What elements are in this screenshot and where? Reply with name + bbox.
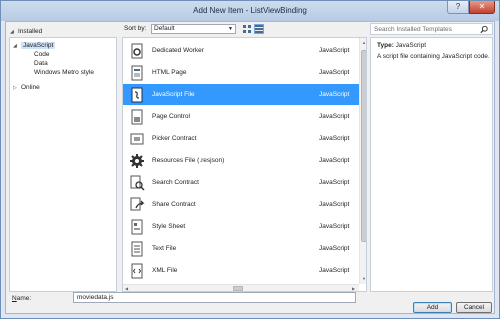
list-view-button[interactable] xyxy=(254,24,264,34)
template-description: A script file containing JavaScript code… xyxy=(377,53,490,60)
template-name: HTML Page xyxy=(152,69,187,76)
template-name: Text File xyxy=(152,245,177,252)
template-name: JavaScript File xyxy=(152,91,195,98)
name-field[interactable]: moviedata.js xyxy=(73,292,356,303)
tree-node-data[interactable]: Data xyxy=(34,59,48,68)
template-row-html-page[interactable]: HTML Page JavaScript xyxy=(123,62,359,83)
add-button[interactable]: Add xyxy=(413,302,452,313)
add-button-label: Add xyxy=(426,304,439,311)
scroll-right-icon[interactable]: ▶ xyxy=(352,286,355,291)
sort-by-dropdown[interactable]: Default ▼ xyxy=(151,24,236,34)
template-row-style-sheet[interactable]: Style Sheet JavaScript xyxy=(123,216,359,237)
template-row-dedicated-worker[interactable]: Dedicated Worker JavaScript xyxy=(123,40,359,61)
tree-node-code[interactable]: Code xyxy=(34,50,50,59)
scroll-up-icon[interactable]: ▲ xyxy=(362,40,366,45)
grid-view-icon xyxy=(243,25,251,33)
horizontal-scrollbar[interactable]: ◀ ▶ xyxy=(123,284,359,291)
template-name: Style Sheet xyxy=(152,223,186,230)
template-type: JavaScript xyxy=(319,113,350,120)
template-name: Picker Contract xyxy=(152,135,197,142)
template-type: JavaScript xyxy=(319,267,350,274)
search-contract-icon xyxy=(130,175,145,191)
search-icon[interactable] xyxy=(480,25,488,34)
title-bar[interactable]: Add New Item - ListViewBinding ? ✕ xyxy=(1,1,499,21)
add-new-item-dialog: Add New Item - ListViewBinding ? ✕ Sort … xyxy=(0,0,500,319)
template-name: Search Contract xyxy=(152,179,199,186)
tree-node-label: Online xyxy=(21,84,40,91)
template-type: JavaScript xyxy=(319,47,350,54)
installed-label: Installed xyxy=(18,28,43,35)
template-type-detail: Type: JavaScript xyxy=(377,42,426,49)
template-name: Dedicated Worker xyxy=(152,47,204,54)
template-name: Share Contract xyxy=(152,201,196,208)
search-templates-input[interactable]: Search Installed Templates xyxy=(370,23,493,35)
template-type: JavaScript xyxy=(319,91,350,98)
expanded-arrow-icon: ◢ xyxy=(13,43,17,49)
xml-file-icon xyxy=(131,263,143,279)
template-name: XML File xyxy=(152,267,178,274)
template-details-pane: Type: JavaScript A script file containin… xyxy=(370,37,493,292)
template-row-share-contract[interactable]: Share Contract JavaScript xyxy=(123,194,359,215)
expanded-arrow-icon: ◢ xyxy=(10,29,14,35)
template-name: Resources File (.resjson) xyxy=(152,157,225,164)
template-row-search-contract[interactable]: Search Contract JavaScript xyxy=(123,172,359,193)
scroll-down-icon[interactable]: ▼ xyxy=(362,276,366,281)
template-name: Page Control xyxy=(152,113,190,120)
template-type: JavaScript xyxy=(319,201,350,208)
collapsed-arrow-icon: ▷ xyxy=(13,85,17,91)
page-control-icon xyxy=(131,109,143,125)
chevron-down-icon: ▼ xyxy=(228,26,233,32)
template-type: JavaScript xyxy=(319,223,350,230)
sort-toolbar: Sort by: Default ▼ xyxy=(122,24,367,35)
js-file-icon xyxy=(131,87,143,103)
resources-gear-icon xyxy=(130,154,144,168)
html-page-icon xyxy=(131,65,143,81)
template-type: JavaScript xyxy=(319,135,350,142)
template-type: JavaScript xyxy=(319,179,350,186)
vertical-scroll-thumb[interactable] xyxy=(361,50,366,242)
template-type: JavaScript xyxy=(319,157,350,164)
template-list: Dedicated Worker JavaScript HTML Page Ja… xyxy=(122,37,367,292)
template-row-text-file[interactable]: Text File JavaScript xyxy=(123,238,359,259)
type-label: Type: xyxy=(377,42,394,49)
template-type: JavaScript xyxy=(319,69,350,76)
template-row-page-control[interactable]: Page Control JavaScript xyxy=(123,106,359,127)
close-button[interactable]: ✕ xyxy=(469,1,495,14)
installed-header[interactable]: ◢ Installed xyxy=(10,25,116,38)
tree-node-online[interactable]: ▷ Online xyxy=(13,83,40,93)
dialog-body: Sort by: Default ▼ Search Installed Temp… xyxy=(5,21,495,314)
cancel-button-label: Cancel xyxy=(463,304,485,311)
name-label: Name: xyxy=(12,295,32,302)
help-button[interactable]: ? xyxy=(447,1,469,14)
vertical-scrollbar[interactable]: ▲ ▼ xyxy=(359,38,366,284)
window-title: Add New Item - ListViewBinding xyxy=(193,6,307,15)
gear-doc-icon xyxy=(131,43,143,59)
scroll-left-icon[interactable]: ◀ xyxy=(125,286,128,291)
text-file-icon xyxy=(131,241,143,257)
type-value: JavaScript xyxy=(395,42,427,49)
tree-node-windows-metro-style[interactable]: Windows Metro style xyxy=(34,68,94,77)
list-view-icon xyxy=(255,25,263,33)
template-row-javascript-file[interactable]: JavaScript File JavaScript xyxy=(123,84,359,105)
template-type: JavaScript xyxy=(319,245,350,252)
search-placeholder: Search Installed Templates xyxy=(374,26,452,33)
template-row-resources-file[interactable]: Resources File (.resjson) JavaScript xyxy=(123,150,359,171)
sort-by-value: Default xyxy=(154,25,175,32)
medium-icons-view-button[interactable] xyxy=(242,24,252,34)
template-row-xml-file[interactable]: XML File JavaScript xyxy=(123,260,359,281)
tree-node-label: JavaScript xyxy=(21,42,56,49)
template-category-tree: ◢ Installed ◢ JavaScript Code Data Windows… xyxy=(9,28,117,292)
sort-by-label: Sort by: xyxy=(124,25,147,32)
style-sheet-icon xyxy=(131,219,143,235)
picker-icon xyxy=(130,133,144,145)
horizontal-scroll-thumb[interactable] xyxy=(233,286,243,291)
cancel-button[interactable]: Cancel xyxy=(456,302,492,313)
template-row-picker-contract[interactable]: Picker Contract JavaScript xyxy=(123,128,359,149)
share-contract-icon xyxy=(130,197,145,211)
